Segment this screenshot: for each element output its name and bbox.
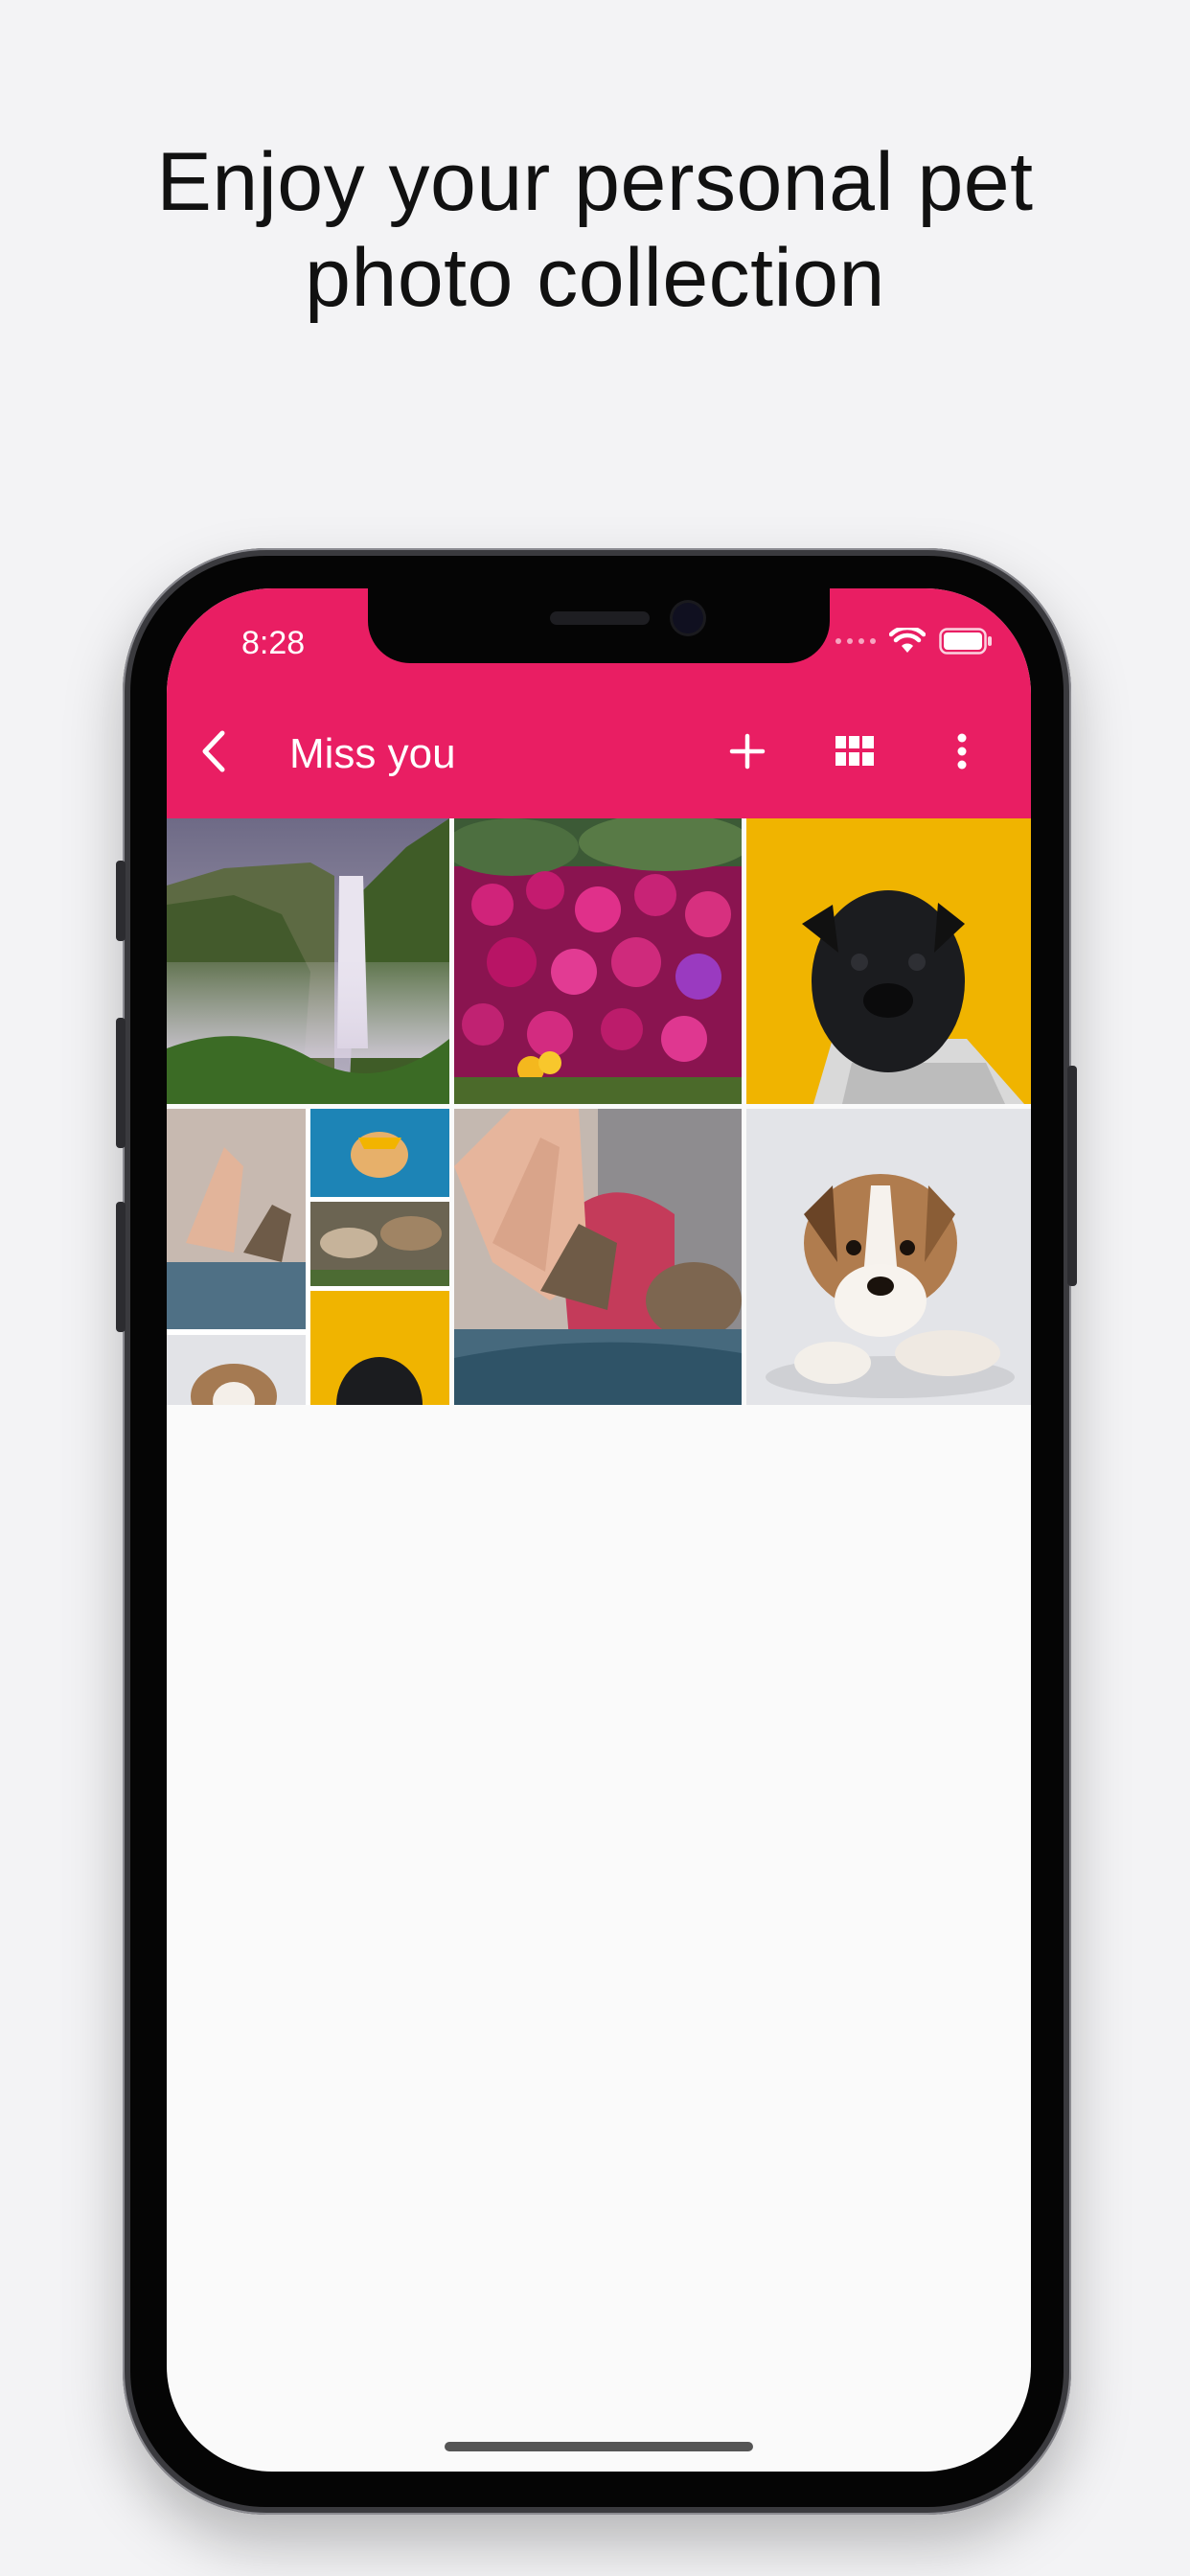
photo-pug[interactable] (746, 818, 1031, 1104)
grid-view-icon (835, 736, 874, 766)
mute-switch (116, 861, 126, 941)
headline-line-1: Enjoy your personal pet (156, 136, 1034, 228)
status-time: 8:28 (241, 625, 306, 661)
photo-puppy[interactable] (746, 1109, 1031, 1405)
notch (368, 588, 830, 663)
more-options-button[interactable] (933, 723, 991, 780)
volume-up-button (116, 1018, 126, 1148)
back-button[interactable] (186, 723, 243, 780)
power-button (1067, 1066, 1077, 1286)
photo-grid (167, 818, 1031, 1405)
add-photo-button[interactable] (719, 723, 776, 780)
phone-screen: 8:28 Miss you (167, 588, 1031, 2472)
speaker-grille (550, 611, 650, 625)
photo-waterfall[interactable] (167, 818, 449, 1104)
add-icon (729, 733, 766, 770)
headline-line-2: photo collection (305, 232, 885, 324)
volume-down-button (116, 1202, 126, 1332)
status-icons (835, 627, 993, 656)
photo-high-five[interactable] (454, 1109, 742, 1405)
home-indicator[interactable] (445, 2442, 753, 2451)
signal-dots-icon (835, 638, 876, 644)
album-title: Miss you (289, 730, 456, 777)
photo-collage[interactable] (167, 1109, 449, 1405)
wifi-icon (889, 628, 926, 653)
more-vert-icon (957, 733, 967, 770)
headline: Enjoy your personal pet photo collection (0, 134, 1190, 326)
grid-view-button[interactable] (826, 723, 883, 780)
photo-flowers[interactable] (454, 818, 742, 1104)
back-icon (202, 730, 225, 772)
battery-icon (939, 628, 992, 655)
front-camera (673, 603, 703, 633)
